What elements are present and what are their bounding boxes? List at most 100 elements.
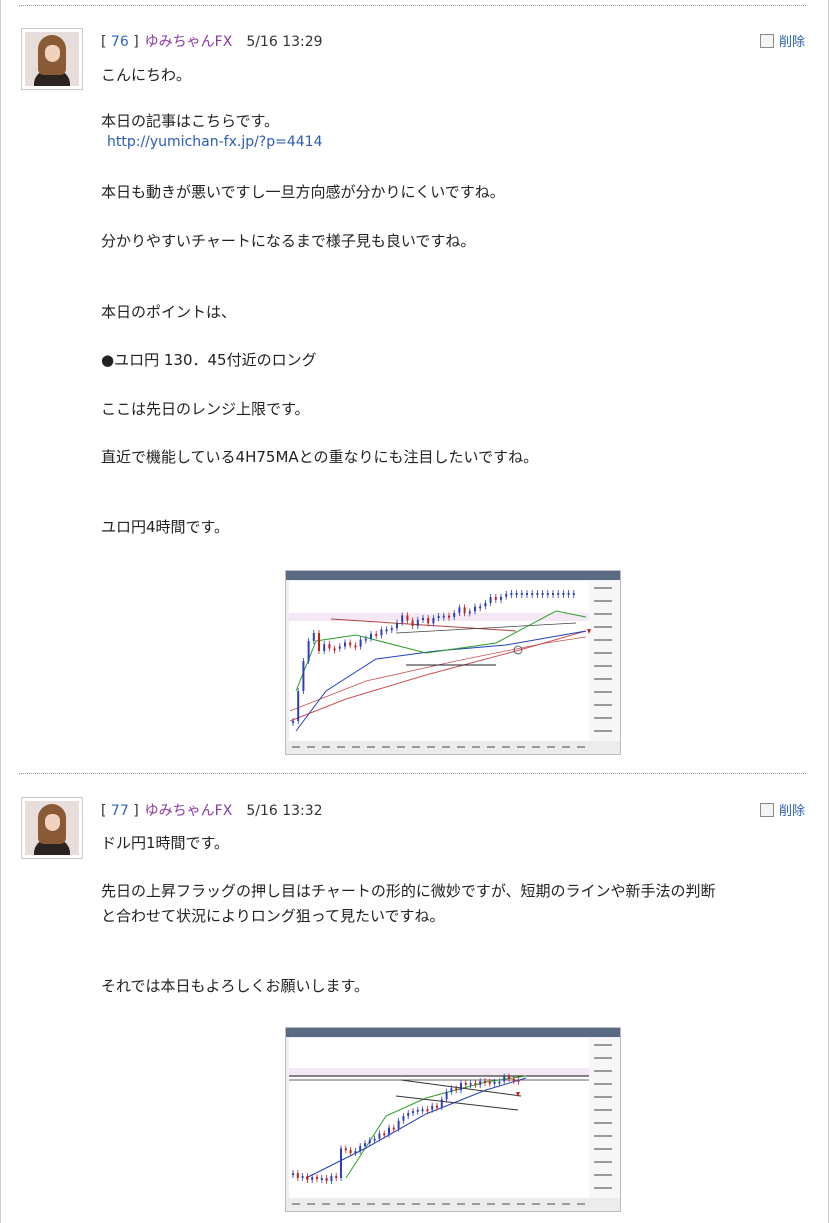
price-tick — [594, 1083, 612, 1085]
chart-plot-area — [289, 1038, 589, 1198]
candle-body — [344, 642, 346, 647]
candle-body — [552, 593, 554, 595]
candle-body — [349, 642, 352, 646]
time-tick — [577, 1203, 585, 1205]
time-tick — [307, 746, 315, 748]
chart-titlebar — [286, 571, 620, 580]
candle-body — [426, 1109, 429, 1112]
delete-link[interactable]: 削除 — [779, 35, 805, 50]
time-tick — [412, 1203, 420, 1205]
candle-body — [406, 615, 409, 621]
price-tick — [594, 730, 612, 732]
price-tick — [594, 1057, 612, 1059]
divider — [19, 773, 806, 774]
candle-body — [378, 1133, 381, 1139]
candle-body — [401, 615, 404, 623]
candle-body — [517, 1079, 520, 1082]
time-tick — [307, 1203, 315, 1205]
candle-body — [484, 1081, 486, 1084]
post-text-line: 直近で機能している4H75MAとの重なりにも注目したいですね。 — [101, 448, 539, 466]
candle-body — [567, 593, 570, 595]
candle-body — [325, 1178, 328, 1181]
delete-link[interactable]: 削除 — [779, 804, 805, 819]
time-tick — [427, 746, 435, 748]
candle-body — [307, 641, 310, 661]
price-tick — [594, 1187, 612, 1189]
delete-control[interactable]: 削除 — [759, 31, 805, 50]
candle-body — [450, 1088, 453, 1092]
time-tick — [292, 746, 300, 748]
post-number[interactable]: 77 — [111, 803, 129, 819]
post-text-line: 分かりやすいチャートになるまで様子見も良いですね。 — [101, 232, 476, 250]
post-text-line: ●ユロ円 130．45付近のロング — [101, 351, 317, 369]
chart-image-eurjpy-4h[interactable] — [285, 570, 621, 755]
candle-body — [431, 1105, 434, 1110]
time-tick — [382, 746, 390, 748]
candle-body — [463, 607, 466, 614]
time-tick — [322, 746, 330, 748]
post-text-line: ここは先日のレンジ上限です。 — [101, 400, 310, 418]
time-tick — [337, 746, 345, 748]
post-text-line: ユロ円4時間です。 — [101, 518, 230, 536]
candle-body — [407, 1112, 410, 1117]
candle-body — [489, 597, 492, 603]
post-text-line: 先日の上昇フラッグの押し目はチャートの形的に微妙ですが、短期のラインや新手法の判… — [101, 882, 716, 900]
candle-body — [320, 1178, 323, 1180]
candle-body — [302, 661, 305, 691]
price-tick — [594, 1070, 612, 1072]
time-tick — [322, 1203, 330, 1205]
candle-body — [359, 639, 362, 647]
delete-checkbox[interactable] — [759, 803, 774, 817]
candle-body — [296, 1173, 299, 1178]
delete-checkbox[interactable] — [759, 34, 774, 48]
candle-body — [396, 622, 398, 629]
candle-body — [318, 633, 320, 652]
price-tick — [594, 652, 612, 654]
candle-body — [373, 1138, 376, 1141]
chart-image-usdjpy-1h[interactable] — [285, 1027, 621, 1212]
post-text-line: ドル円1時間です。 — [101, 834, 230, 852]
delete-control[interactable]: 削除 — [759, 800, 805, 819]
time-tick — [442, 746, 450, 748]
candle-body — [474, 606, 476, 612]
candle-body — [388, 1127, 390, 1135]
post-datetime: 5/16 13:29 — [246, 34, 323, 50]
post-number[interactable]: 76 — [111, 34, 129, 50]
author-name[interactable]: ゆみちゃんFX — [145, 34, 233, 50]
candle-body — [340, 1148, 342, 1178]
avatar[interactable] — [21, 28, 83, 90]
candle-body — [301, 1176, 304, 1178]
post-meta: [ 77 ] ゆみちゃんFX 5/16 13:32 — [101, 803, 323, 819]
candle-body — [515, 593, 518, 595]
candle-body — [297, 691, 300, 721]
time-tick — [397, 746, 405, 748]
candle-body — [445, 1091, 448, 1100]
time-tick — [502, 746, 510, 748]
candle-body — [349, 1150, 352, 1154]
time-tick — [367, 1203, 375, 1205]
article-link[interactable]: http://yumichan-fx.jp/?p=4414 — [107, 134, 322, 150]
candle-body — [455, 1088, 458, 1091]
time-tick — [517, 1203, 525, 1205]
candle-body — [385, 629, 388, 632]
avatar[interactable] — [21, 797, 83, 859]
candle-body — [526, 593, 528, 595]
candle-body — [292, 721, 294, 723]
candle-body — [375, 633, 378, 636]
price-tick — [594, 691, 612, 693]
candle-body — [338, 646, 341, 649]
candle-body — [392, 1127, 395, 1130]
candle-body — [458, 607, 461, 613]
candle-body — [311, 1177, 314, 1180]
author-name[interactable]: ゆみちゃんFX — [145, 803, 233, 819]
candle-body — [453, 612, 456, 618]
divider — [19, 5, 806, 6]
time-tick — [472, 1203, 480, 1205]
candle-body — [440, 1099, 443, 1108]
price-tick — [594, 704, 612, 706]
candle-body — [292, 1173, 294, 1175]
time-tick — [292, 1203, 300, 1205]
candle-body — [354, 1150, 357, 1154]
candle-body — [503, 1076, 506, 1082]
time-tick — [352, 746, 360, 748]
